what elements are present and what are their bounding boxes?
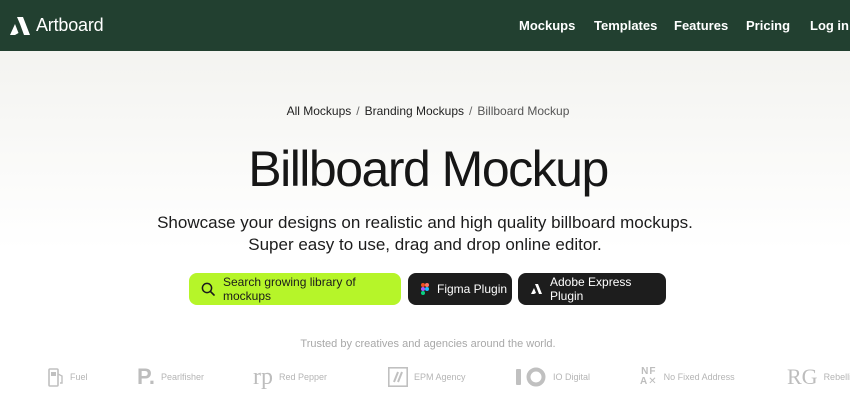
logo-epm-agency: EPM Agency <box>388 362 466 392</box>
search-icon <box>201 282 215 296</box>
pearlfisher-mark: P. <box>137 364 155 389</box>
trusted-by-text: Trusted by creatives and agencies around… <box>300 338 556 350</box>
breadcrumb-separator: / <box>356 104 360 118</box>
nav-pricing[interactable]: Pricing <box>746 18 790 33</box>
logo-red-pepper: rp Red Pepper <box>253 362 327 392</box>
brand[interactable]: Artboard <box>10 15 104 36</box>
adobe-button-label: Adobe Express Plugin <box>550 275 632 303</box>
red-pepper-mark: rp <box>253 363 273 390</box>
subtitle-line-1: Showcase your designs on realistic and h… <box>157 213 693 232</box>
nav-templates[interactable]: Templates <box>594 18 657 33</box>
breadcrumb: All Mockups / Branding Mockups / Billboard M… <box>0 104 850 118</box>
nfa-mark-bottom: A✕ <box>640 376 658 387</box>
brand-name: Artboard <box>36 15 104 35</box>
epm-slash-icon <box>388 367 408 387</box>
logo-fuel: Fuel <box>48 362 88 392</box>
client-logos: Fuel P. Pearlfisher rp Red Pepper EPM Ag… <box>0 362 850 392</box>
breadcrumb-current: Billboard Mockup <box>477 104 570 118</box>
logo-pearlfisher: P. Pearlfisher <box>137 362 204 392</box>
figma-plugin-button[interactable]: Figma Plugin <box>408 273 512 305</box>
nav-features[interactable]: Features <box>674 18 728 33</box>
page-subtitle: Showcase your designs on realistic and h… <box>0 212 850 256</box>
logo-pearlfisher-name: Pearlfisher <box>160 372 204 382</box>
fuel-pump-icon <box>48 367 64 387</box>
search-library-button[interactable]: Search growing library of mockups <box>189 273 401 305</box>
logo-rebellion: RG Rebellion <box>787 362 850 392</box>
rebellion-mark: RG <box>787 364 818 389</box>
top-navigation-bar: Artboard Mockups Templates Features Pric… <box>0 0 850 51</box>
adobe-express-plugin-button[interactable]: Adobe Express Plugin <box>518 273 666 305</box>
subtitle-line-2: Super easy to use, drag and drop online … <box>248 235 602 254</box>
hero-actions: Search growing library of mockups Figma … <box>0 273 850 305</box>
search-button-label: Search growing library of mockups <box>223 275 356 303</box>
nfa-mark: NF A✕ <box>640 367 658 387</box>
nav-mockups[interactable]: Mockups <box>519 18 575 33</box>
adobe-express-icon <box>531 284 542 294</box>
figma-button-label: Figma Plugin <box>437 282 508 296</box>
figma-icon <box>421 283 429 295</box>
logo-no-fixed-address: NF A✕ No Fixed Address <box>640 362 735 392</box>
artboard-logo-icon <box>10 16 30 35</box>
breadcrumb-branding-mockups[interactable]: Branding Mockups <box>365 104 464 118</box>
page-title: Billboard Mockup <box>248 141 609 197</box>
logo-no-fixed-address-name: No Fixed Address <box>663 372 735 382</box>
logo-io-digital: IO Digital <box>515 362 590 392</box>
logo-fuel-name: Fuel <box>70 372 88 382</box>
logo-rebellion-name: Rebellion <box>823 372 850 382</box>
logo-epm-agency-name: EPM Agency <box>414 372 466 382</box>
breadcrumb-separator: / <box>469 104 473 118</box>
io-digital-icon <box>515 367 547 387</box>
breadcrumb-all-mockups[interactable]: All Mockups <box>287 104 352 118</box>
logo-io-digital-name: IO Digital <box>553 372 591 382</box>
nav-login[interactable]: Log in <box>810 18 849 33</box>
logo-red-pepper-name: Red Pepper <box>279 372 328 382</box>
